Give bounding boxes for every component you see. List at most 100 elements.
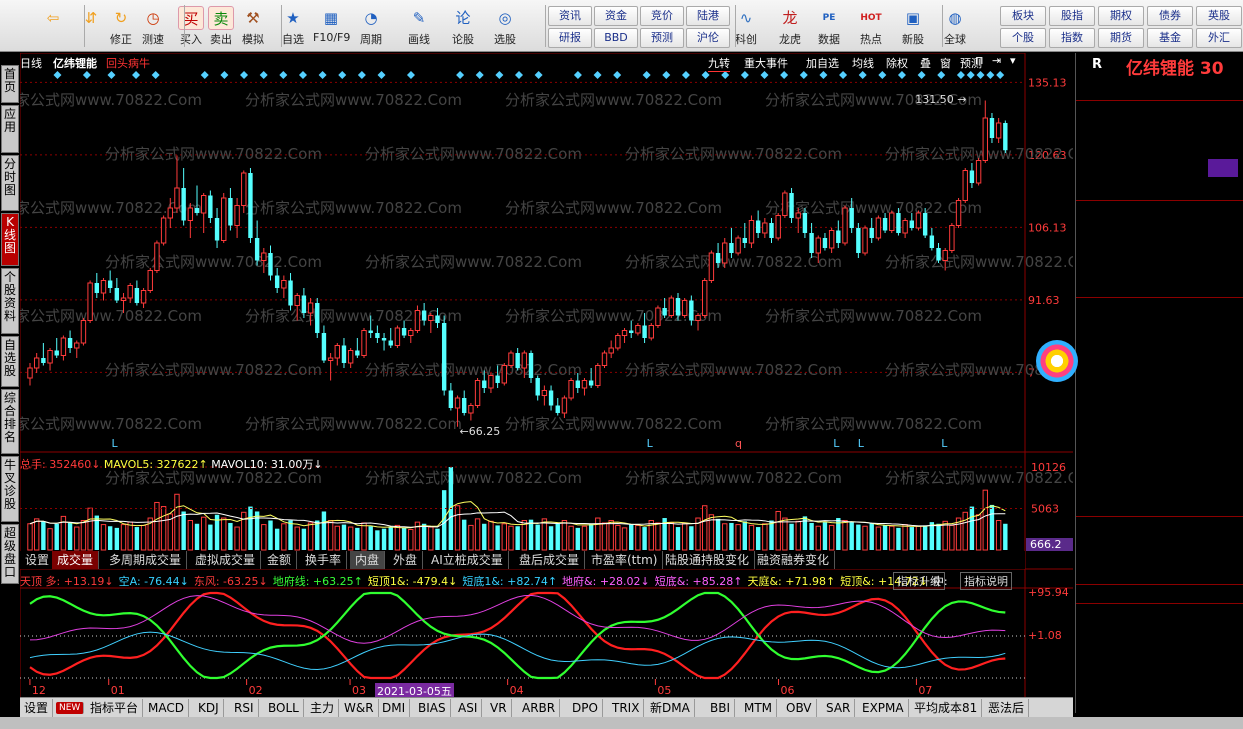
quick-button[interactable]: 资金	[594, 6, 638, 26]
toolbar-dragon-tiger-button[interactable]: 龙龙虎	[772, 4, 808, 50]
leftnav-item[interactable]: 自选股	[1, 336, 19, 387]
quick-button[interactable]: BBD	[594, 28, 638, 48]
leftnav-item[interactable]: 应用	[1, 105, 19, 153]
volume-tab[interactable]: 成交量	[52, 551, 100, 569]
toolbar-kechuang-button[interactable]: ∿ 科创	[728, 4, 764, 50]
volume-tab[interactable]: 多周期成交量	[104, 551, 188, 569]
quick-button[interactable]: 沪伦	[686, 28, 730, 48]
quick-button[interactable]: 预测	[640, 28, 684, 48]
toolbar-data-button[interactable]: PE 数据	[811, 4, 847, 50]
indicator-tab[interactable]: EXPMA	[858, 699, 909, 717]
bid-price[interactable]	[1162, 241, 1222, 260]
market-button[interactable]: 外汇	[1196, 28, 1242, 48]
leftnav-item[interactable]: 个股资料	[1, 268, 19, 334]
market-button[interactable]: 指数	[1049, 28, 1095, 48]
kline-chart-area[interactable]: 135.13120.63106.1391.637分析家公式网www.70822.…	[20, 53, 1073, 713]
expand-icon[interactable]: ⇥	[992, 54, 1001, 67]
volume-tab[interactable]: 换手率	[300, 551, 348, 569]
toolbar-fix-button[interactable]: ↻ 修正	[103, 4, 139, 50]
chart-menu-item[interactable]: 九转	[708, 55, 730, 72]
indicator-tab[interactable]: DPO	[568, 699, 603, 717]
toolbar-ipo-button[interactable]: ▣ 新股	[895, 4, 931, 50]
bid-price[interactable]	[1162, 221, 1222, 240]
market-button[interactable]: 债券	[1147, 6, 1193, 26]
indicator-tab[interactable]: 平均成本81	[910, 699, 983, 717]
toolbar-period-button[interactable]: ◔ 周期	[353, 4, 389, 50]
toolbar-pencil-button[interactable]: ✎ 画线	[401, 4, 437, 50]
indicator-tab[interactable]: 主力	[306, 699, 340, 717]
toolbar-screener-button[interactable]: ◎ 选股	[487, 4, 523, 50]
volume-tab[interactable]: 市盈率(ttm)	[586, 551, 664, 569]
quick-button[interactable]: 陆港	[686, 6, 730, 26]
volume-tab[interactable]: 设置	[20, 551, 56, 569]
chart-menu-item[interactable]: 重大事件	[744, 55, 788, 71]
indicator-tab[interactable]: 恶法后	[984, 699, 1030, 717]
leftnav-item[interactable]: 综合排名	[1, 389, 19, 454]
leftnav-item[interactable]: 牛叉诊股	[1, 456, 19, 522]
chart-menu-item[interactable]: 均线	[852, 55, 874, 71]
chart-menu-item[interactable]: 窗	[940, 55, 951, 71]
indicator-tab[interactable]: 新DMA	[646, 699, 695, 717]
ask-price[interactable]	[1162, 141, 1222, 160]
toolbar-hammer-button[interactable]: ⚒ 模拟	[235, 4, 271, 50]
toolbar-sell-button[interactable]: 卖卖出	[203, 4, 239, 50]
indicator-tab[interactable]: TRIX	[608, 699, 645, 717]
indicator-tab[interactable]: MTM	[740, 699, 778, 717]
volume-tab[interactable]: 内盘	[350, 551, 386, 569]
indicator-tab[interactable]: RSI	[230, 699, 259, 717]
market-button[interactable]: 英股	[1196, 6, 1242, 26]
indicator-tab[interactable]: BIAS	[414, 699, 451, 717]
toolbar-back-arrow-button[interactable]: ⇦	[35, 4, 71, 50]
leftnav-item[interactable]: 分时图	[1, 155, 19, 211]
volume-tab[interactable]: 盘后成交量	[514, 551, 586, 569]
indicator-tab[interactable]: 指标平台	[86, 699, 144, 717]
toolbar-clock-button[interactable]: ◷ 测速	[135, 4, 171, 50]
indicator-help-button[interactable]: 指标说明	[960, 572, 1012, 590]
quick-button[interactable]: 研报	[548, 28, 592, 48]
chart-menu-item[interactable]: 加自选	[806, 55, 839, 71]
volume-tab[interactable]: AI立桩成交量	[426, 551, 509, 569]
menu-dropdown-icon[interactable]: ▾	[1010, 54, 1016, 67]
chart-period[interactable]: 日线	[20, 55, 42, 71]
indicator-tab[interactable]: MACD	[144, 699, 189, 717]
ask-price[interactable]	[1162, 181, 1222, 200]
indicator-tab[interactable]: BOLL	[264, 699, 304, 717]
indicator-tab[interactable]: OBV	[782, 699, 817, 717]
market-button[interactable]: 期货	[1098, 28, 1144, 48]
volume-tab[interactable]: 融资融券变化	[752, 551, 836, 569]
market-button[interactable]: 基金	[1147, 28, 1193, 48]
market-button[interactable]: 期权	[1098, 6, 1144, 26]
indicator-tab[interactable]: VR	[486, 699, 512, 717]
bid-price[interactable]	[1162, 261, 1222, 280]
toolbar-hot-button[interactable]: HOT 热点	[853, 4, 889, 50]
indicator-tab[interactable]: SAR	[822, 699, 856, 717]
indicator-tab[interactable]: BBI	[706, 699, 736, 717]
indicator-tab[interactable]: W&R	[340, 699, 379, 717]
toolbar-forum-button[interactable]: 论论股	[445, 4, 481, 50]
ask-price[interactable]	[1162, 101, 1222, 120]
elf-title[interactable]	[1079, 518, 1243, 537]
leftnav-item[interactable]: 首页	[1, 65, 19, 103]
lock-icon[interactable]: ⊓	[975, 54, 984, 67]
indicator-upgrade-button[interactable]: 指标升级	[893, 572, 945, 590]
leftnav-item[interactable]: K线图	[1, 213, 19, 266]
indicator-tab[interactable]: ARBR	[518, 699, 561, 717]
market-button[interactable]: 板块	[1000, 6, 1046, 26]
indicator-tab[interactable]: ASI	[454, 699, 483, 717]
quick-button[interactable]: 竞价	[640, 6, 684, 26]
horizontal-scrollbar[interactable]	[0, 717, 1243, 729]
indicator-tab[interactable]: KDJ	[194, 699, 224, 717]
volume-tab[interactable]: 金额	[262, 551, 298, 569]
indicator-tab[interactable]: DMI	[378, 699, 411, 717]
market-button[interactable]: 个股	[1000, 28, 1046, 48]
ask-price[interactable]	[1162, 121, 1222, 140]
quick-button[interactable]: 资讯	[548, 6, 592, 26]
market-button[interactable]: 股指	[1049, 6, 1095, 26]
volume-tab[interactable]: 陆股通持股变化	[660, 551, 756, 569]
bid-price[interactable]	[1162, 201, 1222, 220]
toolbar-f10-button[interactable]: ▦ F10/F9	[313, 4, 350, 50]
indicator-tab[interactable]: 设置	[20, 699, 54, 717]
chart-menu-item[interactable]: 叠	[920, 55, 931, 71]
kline-svg[interactable]: 135.13120.63106.1391.637分析家公式网www.70822.…	[20, 53, 1073, 713]
leftnav-item[interactable]: 超级盘口	[1, 524, 19, 584]
